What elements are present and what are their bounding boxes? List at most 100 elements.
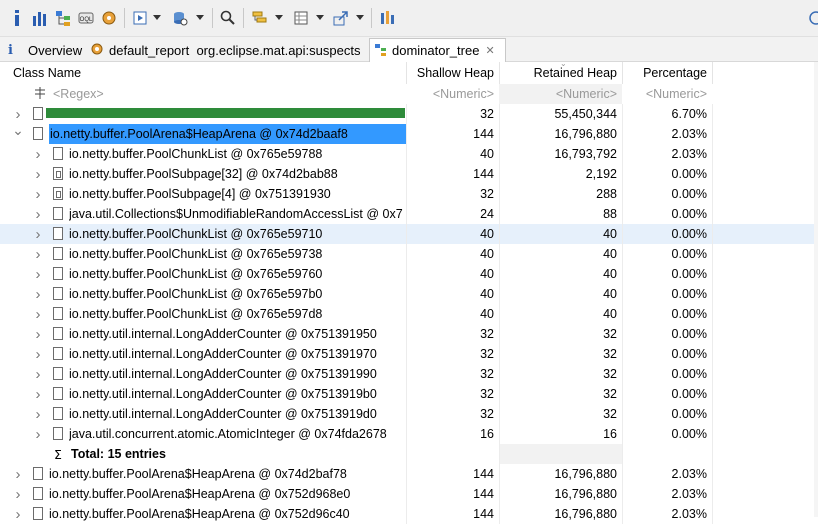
table-row[interactable]: › io.netty.util.internal.LongAdderCounter… xyxy=(0,364,818,384)
chevron-down-icon[interactable] xyxy=(316,15,324,20)
chevron-right-icon[interactable]: › xyxy=(33,284,43,304)
dominator-tree-icon[interactable] xyxy=(55,9,71,27)
class-name-cell: io.netty.buffer.PoolSubpage[4] @ 0x75139… xyxy=(69,187,331,201)
group-by-icon[interactable] xyxy=(251,9,269,27)
close-icon[interactable]: ✕ xyxy=(485,44,494,57)
vertical-scrollbar[interactable] xyxy=(814,62,818,517)
array-object-icon xyxy=(53,187,63,200)
percentage-filter-input[interactable]: <Numeric> xyxy=(622,84,707,104)
column-divider xyxy=(622,184,623,204)
shallow-heap-filter-input[interactable]: <Numeric> xyxy=(406,84,494,104)
redaction-bar xyxy=(46,108,405,118)
tab-dominator-tree[interactable]: dominator_tree ✕ xyxy=(369,38,506,62)
chevron-right-icon[interactable]: › xyxy=(33,304,43,324)
chevron-right-icon[interactable]: › xyxy=(33,164,43,184)
chevron-down-icon[interactable]: ⌄ xyxy=(12,120,24,140)
column-header-retained-heap[interactable]: Retained Heap xyxy=(499,62,617,84)
table-row[interactable]: › io.netty.buffer.PoolSubpage[32] @ 0x74d… xyxy=(0,164,818,184)
retained-heap-cell: 16,796,880 xyxy=(554,467,617,481)
table-row[interactable]: › 32 55,450,344 6.70% xyxy=(0,104,818,124)
chevron-right-icon[interactable]: › xyxy=(33,244,43,264)
chevron-down-icon[interactable] xyxy=(356,15,364,20)
chevron-right-icon[interactable]: › xyxy=(33,264,43,284)
chevron-right-icon[interactable]: › xyxy=(13,504,23,524)
histogram-icon[interactable] xyxy=(32,9,48,27)
chevron-down-icon[interactable] xyxy=(196,15,204,20)
chevron-right-icon[interactable]: › xyxy=(13,484,23,504)
chevron-right-icon[interactable]: › xyxy=(13,464,23,484)
class-name-cell: io.netty.buffer.PoolChunkList @ 0x765e59… xyxy=(69,147,323,161)
retained-heap-cell: 16,793,792 xyxy=(554,147,617,161)
class-name-filter-input[interactable]: <Regex> xyxy=(53,84,104,104)
table-row[interactable]: › io.netty.buffer.PoolArena$HeapArena @ 0… xyxy=(0,504,818,524)
total-row[interactable]: Σ Total: 15 entries xyxy=(0,444,818,464)
shallow-heap-cell xyxy=(406,444,494,464)
retained-heap-cell xyxy=(499,444,617,464)
tab-overview[interactable]: i Overview xyxy=(8,39,82,61)
column-divider xyxy=(499,144,500,164)
object-icon xyxy=(33,507,43,520)
table-row[interactable]: › io.netty.buffer.PoolArena$HeapArena @ 0… xyxy=(0,484,818,504)
class-name-cell: io.netty.util.internal.LongAdderCounter … xyxy=(69,387,377,401)
object-icon xyxy=(53,287,63,300)
column-divider xyxy=(499,164,500,184)
table-row[interactable]: › java.util.concurrent.atomic.AtomicInteg… xyxy=(0,424,818,444)
table-row[interactable]: › io.netty.buffer.PoolChunkList @ 0x765e5… xyxy=(0,304,818,324)
heap-dump-overview-icon[interactable] xyxy=(101,9,117,27)
chevron-down-icon[interactable] xyxy=(275,15,283,20)
table-row[interactable]: › io.netty.util.internal.LongAdderCounter… xyxy=(0,384,818,404)
table-header: Class Name Shallow Heap Retained Heap ⌄ … xyxy=(0,59,818,84)
retained-heap-cell: 32 xyxy=(603,367,617,381)
oql-icon[interactable]: OQL xyxy=(78,9,94,27)
table-row[interactable]: › io.netty.buffer.PoolChunkList @ 0x765e5… xyxy=(0,264,818,284)
chevron-right-icon[interactable]: › xyxy=(33,144,43,164)
chevron-right-icon[interactable]: › xyxy=(33,184,43,204)
column-divider xyxy=(712,324,713,344)
export-icon[interactable] xyxy=(332,9,350,27)
chevron-right-icon[interactable]: › xyxy=(33,204,43,224)
column-divider xyxy=(712,384,713,404)
chevron-right-icon[interactable]: › xyxy=(33,404,43,424)
column-divider xyxy=(712,404,713,424)
column-divider xyxy=(406,484,407,504)
tab-default-report[interactable]: default_report org.eclipse.mat.api:suspe… xyxy=(90,39,360,61)
column-divider xyxy=(622,104,623,124)
table-row[interactable]: › io.netty.buffer.PoolArena$HeapArena @ 0… xyxy=(0,464,818,484)
table-row[interactable]: › io.netty.buffer.PoolSubpage[4] @ 0x7513… xyxy=(0,184,818,204)
pin-icon[interactable] xyxy=(379,9,395,27)
table-row[interactable]: › io.netty.util.internal.LongAdderCounter… xyxy=(0,344,818,364)
chevron-down-icon[interactable] xyxy=(153,15,161,20)
column-header-percentage[interactable]: Percentage xyxy=(622,62,707,84)
object-icon xyxy=(53,367,63,380)
chevron-right-icon[interactable]: › xyxy=(33,424,43,444)
percentage-cell: 6.70% xyxy=(671,107,707,121)
chevron-right-icon[interactable]: › xyxy=(33,344,43,364)
column-header-shallow-heap[interactable]: Shallow Heap xyxy=(406,62,494,84)
retained-heap-cell: 32 xyxy=(603,327,617,341)
table-row[interactable]: › io.netty.buffer.PoolChunkList @ 0x765e5… xyxy=(0,144,818,164)
chevron-right-icon[interactable]: › xyxy=(33,384,43,404)
table-row[interactable]: › io.netty.buffer.PoolChunkList @ 0x765e5… xyxy=(0,224,818,244)
table-row[interactable]: › io.netty.buffer.PoolChunkList @ 0x765e5… xyxy=(0,244,818,264)
object-icon xyxy=(53,327,63,340)
search-icon[interactable] xyxy=(219,9,237,27)
help-icon[interactable] xyxy=(808,9,818,27)
table-row[interactable]: › io.netty.util.internal.LongAdderCounter… xyxy=(0,324,818,344)
query-browser-icon[interactable] xyxy=(171,9,189,27)
retained-heap-filter-input[interactable]: <Numeric> xyxy=(499,84,617,104)
column-header-class-name[interactable]: Class Name xyxy=(13,62,81,84)
table-row[interactable]: › io.netty.util.internal.LongAdderCounter… xyxy=(0,404,818,424)
percentage-cell: 0.00% xyxy=(671,367,707,381)
info-icon[interactable] xyxy=(10,9,24,27)
run-report-icon[interactable] xyxy=(131,9,149,27)
column-divider xyxy=(499,444,500,464)
chevron-right-icon[interactable]: › xyxy=(33,224,43,244)
calculate-retained-icon[interactable] xyxy=(292,9,310,27)
shallow-heap-cell: 144 xyxy=(473,487,494,501)
table-row[interactable]: › java.util.Collections$UnmodifiableRando… xyxy=(0,204,818,224)
table-row[interactable]: ⌄ io.netty.buffer.PoolArena$HeapArena @ 0… xyxy=(0,122,818,144)
chevron-right-icon[interactable]: › xyxy=(33,324,43,344)
retained-heap-cell: 32 xyxy=(603,387,617,401)
table-row[interactable]: › io.netty.buffer.PoolChunkList @ 0x765e5… xyxy=(0,284,818,304)
chevron-right-icon[interactable]: › xyxy=(33,364,43,384)
